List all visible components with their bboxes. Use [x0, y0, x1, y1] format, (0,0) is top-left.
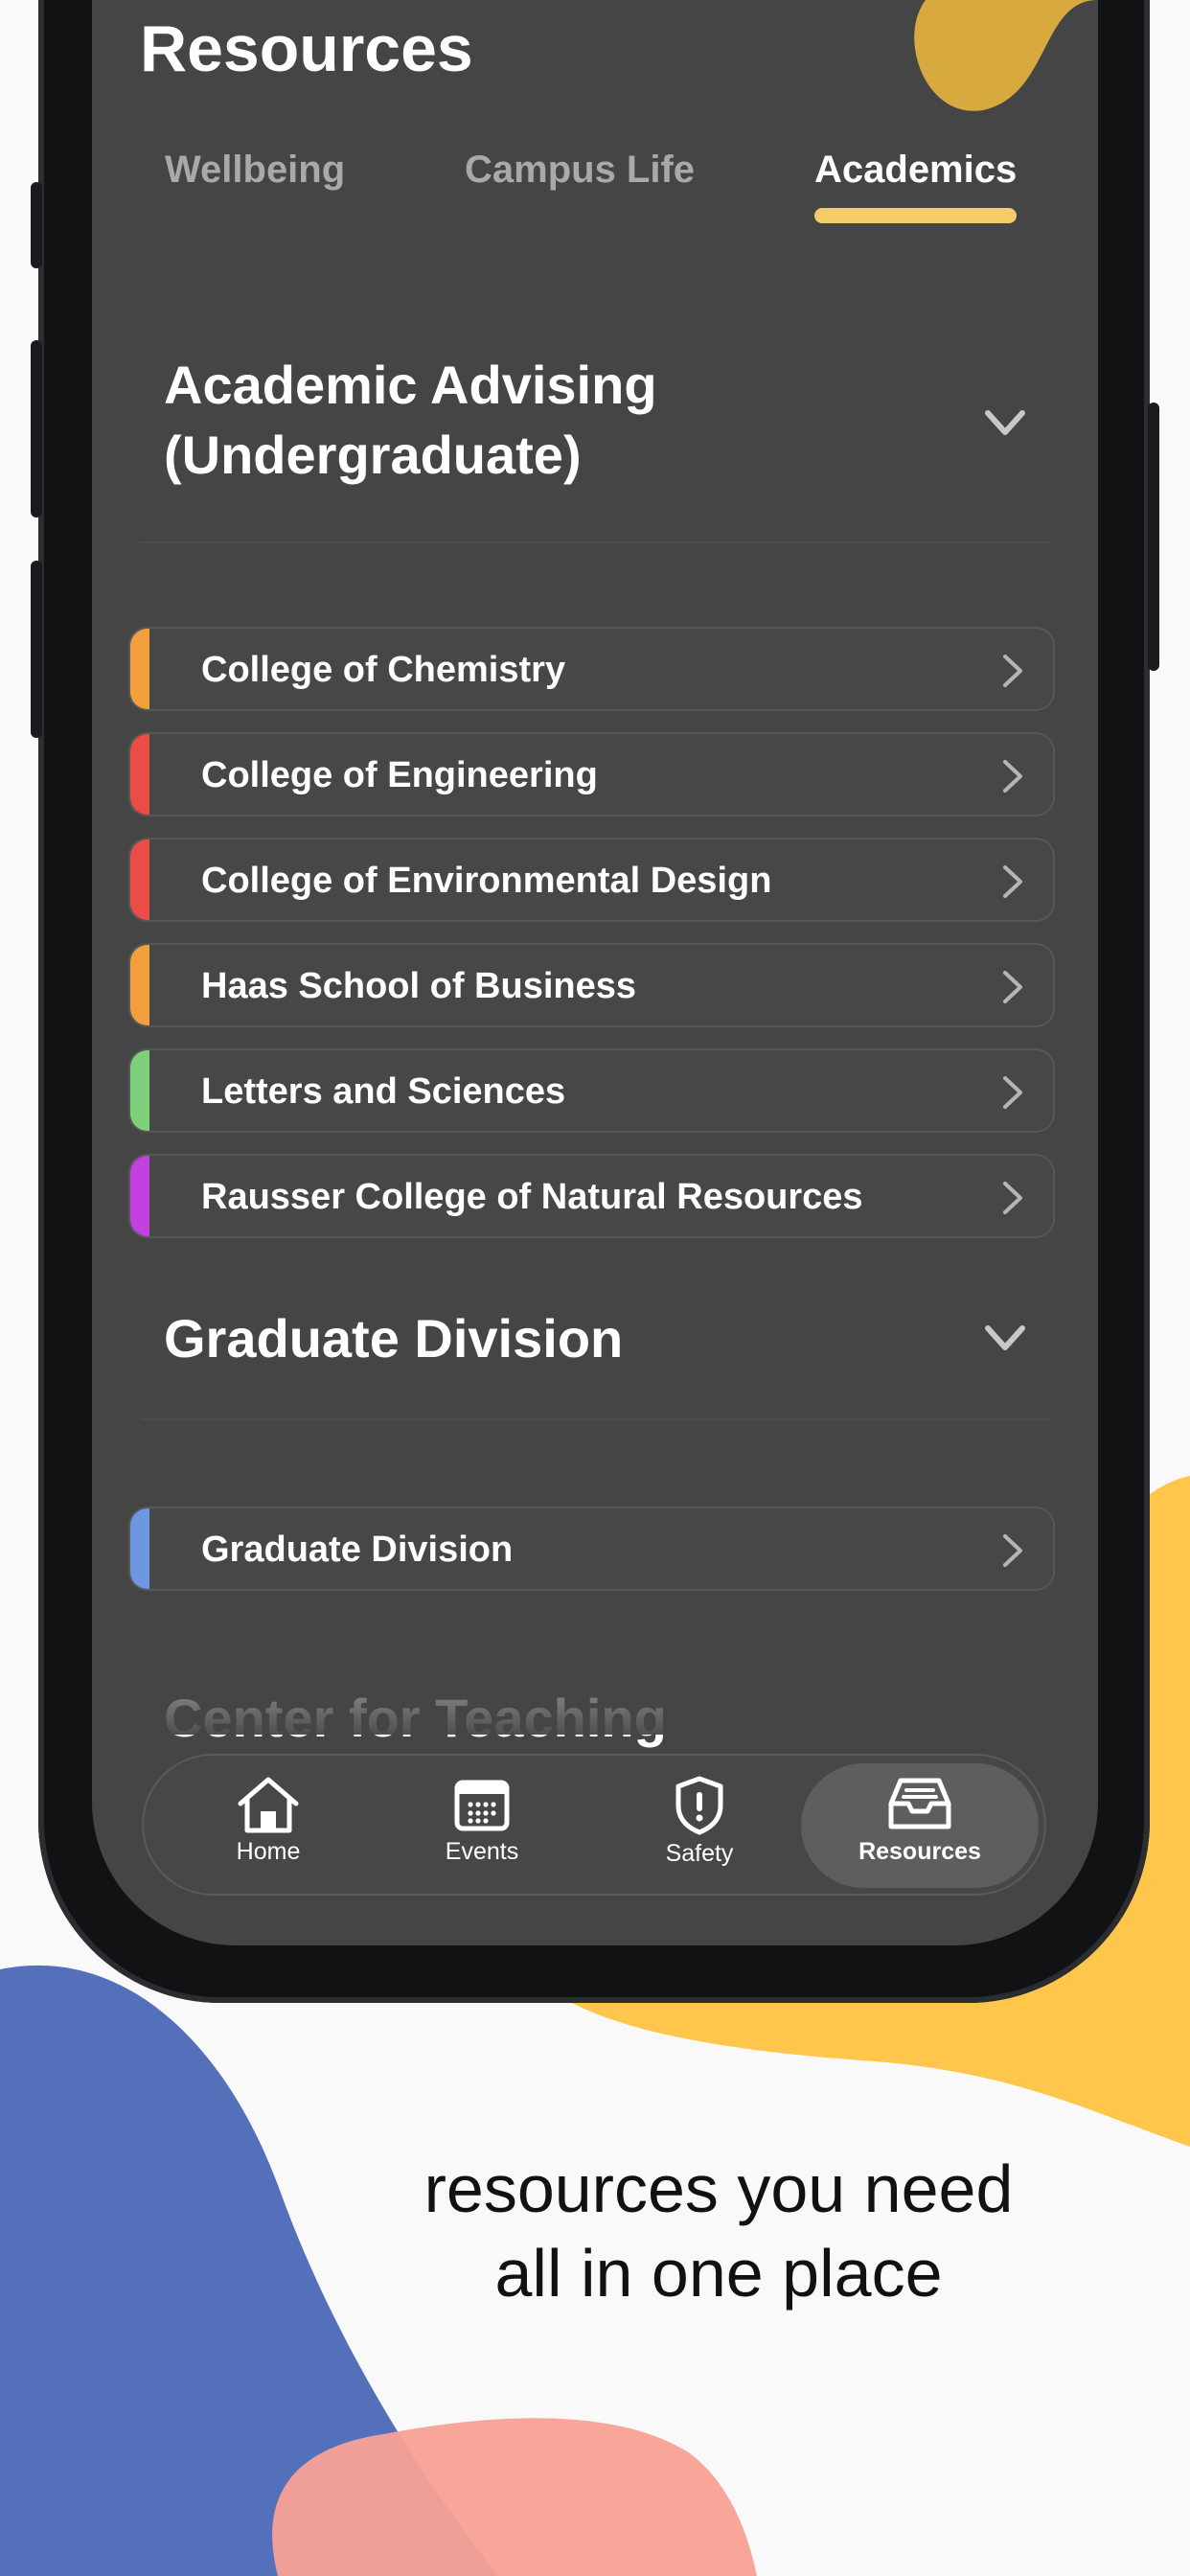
- tagline: resources you need all in one place: [364, 2147, 1073, 2315]
- row-accent-bar: [130, 945, 149, 1025]
- row-accent-bar: [130, 734, 149, 815]
- list-item[interactable]: Graduate Division: [128, 1506, 1055, 1591]
- tagline-line-1: resources you need: [423, 2151, 1014, 2226]
- tab-campus-life[interactable]: Campus Life: [465, 149, 695, 192]
- row-accent-bar: [130, 1156, 149, 1236]
- list-item[interactable]: Rausser College of Natural Resources: [128, 1154, 1055, 1238]
- list-item-label: College of Chemistry: [201, 650, 566, 690]
- list-item[interactable]: College of Chemistry: [128, 627, 1055, 711]
- app-screen: Resources Wellbeing Campus Life Academic…: [92, 0, 1098, 1945]
- nav-label: Home: [236, 1838, 301, 1865]
- list-item[interactable]: Letters and Sciences: [128, 1048, 1055, 1133]
- scroll-fade-overlay: [92, 1591, 1098, 1735]
- chevron-down-icon: [985, 1325, 1025, 1350]
- list-item-label: Letters and Sciences: [201, 1071, 566, 1112]
- list-item-label: College of Environmental Design: [201, 861, 772, 901]
- list-item[interactable]: College of Environmental Design: [128, 838, 1055, 922]
- section-title: Academic Advising (Undergraduate): [164, 355, 657, 485]
- nav-label: Resources: [858, 1838, 981, 1865]
- list-item[interactable]: Haas School of Business: [128, 943, 1055, 1027]
- chevron-right-icon: [1003, 865, 1022, 898]
- section-header-academic-advising[interactable]: Academic Advising (Undergraduate): [164, 350, 1026, 490]
- inbox-tray-icon: [888, 1778, 951, 1829]
- yellow-corner-blob-decoration: [914, 0, 1098, 111]
- phone-side-button: [1148, 402, 1159, 671]
- tab-academics-label: Academics: [814, 149, 1018, 191]
- tab-wellbeing[interactable]: Wellbeing: [165, 149, 345, 192]
- nav-home[interactable]: Home: [163, 1763, 374, 1888]
- tab-bar: Wellbeing Campus Life Academics: [92, 149, 1098, 235]
- home-icon: [238, 1777, 299, 1833]
- section-divider: [140, 541, 1050, 543]
- phone-side-button: [31, 561, 42, 738]
- chevron-right-icon: [1003, 971, 1022, 1003]
- shield-alert-icon: [675, 1776, 723, 1835]
- nav-label: Events: [445, 1838, 519, 1865]
- phone-side-button: [31, 340, 42, 518]
- list-item[interactable]: College of Engineering: [128, 732, 1055, 816]
- list-item-label: College of Engineering: [201, 755, 598, 795]
- chevron-right-icon: [1003, 655, 1022, 687]
- chevron-right-icon: [1003, 1182, 1022, 1214]
- bottom-nav-bar: Home Events Safety Resources: [142, 1754, 1046, 1896]
- chevron-right-icon: [1003, 760, 1022, 793]
- tab-academics[interactable]: Academics: [814, 149, 1018, 223]
- nav-resources[interactable]: Resources: [801, 1763, 1039, 1888]
- list-item-label: Rausser College of Natural Resources: [201, 1177, 863, 1217]
- chevron-right-icon: [1003, 1076, 1022, 1109]
- list-item-label: Haas School of Business: [201, 966, 637, 1006]
- section-divider: [140, 1418, 1050, 1420]
- chevron-right-icon: [1003, 1534, 1022, 1567]
- row-accent-bar: [130, 1508, 149, 1589]
- section-header-graduate-division[interactable]: Graduate Division: [164, 1303, 1026, 1373]
- chevron-down-icon: [985, 410, 1025, 435]
- row-accent-bar: [130, 1050, 149, 1131]
- list-item-label: Graduate Division: [201, 1530, 514, 1570]
- phone-side-button: [31, 182, 42, 268]
- active-tab-indicator: [814, 208, 1018, 223]
- nav-label: Safety: [665, 1840, 734, 1867]
- nav-safety[interactable]: Safety: [594, 1763, 805, 1888]
- section-title: Graduate Division: [164, 1308, 624, 1368]
- calendar-icon: [454, 1780, 510, 1831]
- page-title: Resources: [140, 12, 473, 85]
- row-accent-bar: [130, 629, 149, 709]
- nav-events[interactable]: Events: [377, 1763, 587, 1888]
- tagline-line-2: all in one place: [494, 2236, 943, 2311]
- row-accent-bar: [130, 840, 149, 920]
